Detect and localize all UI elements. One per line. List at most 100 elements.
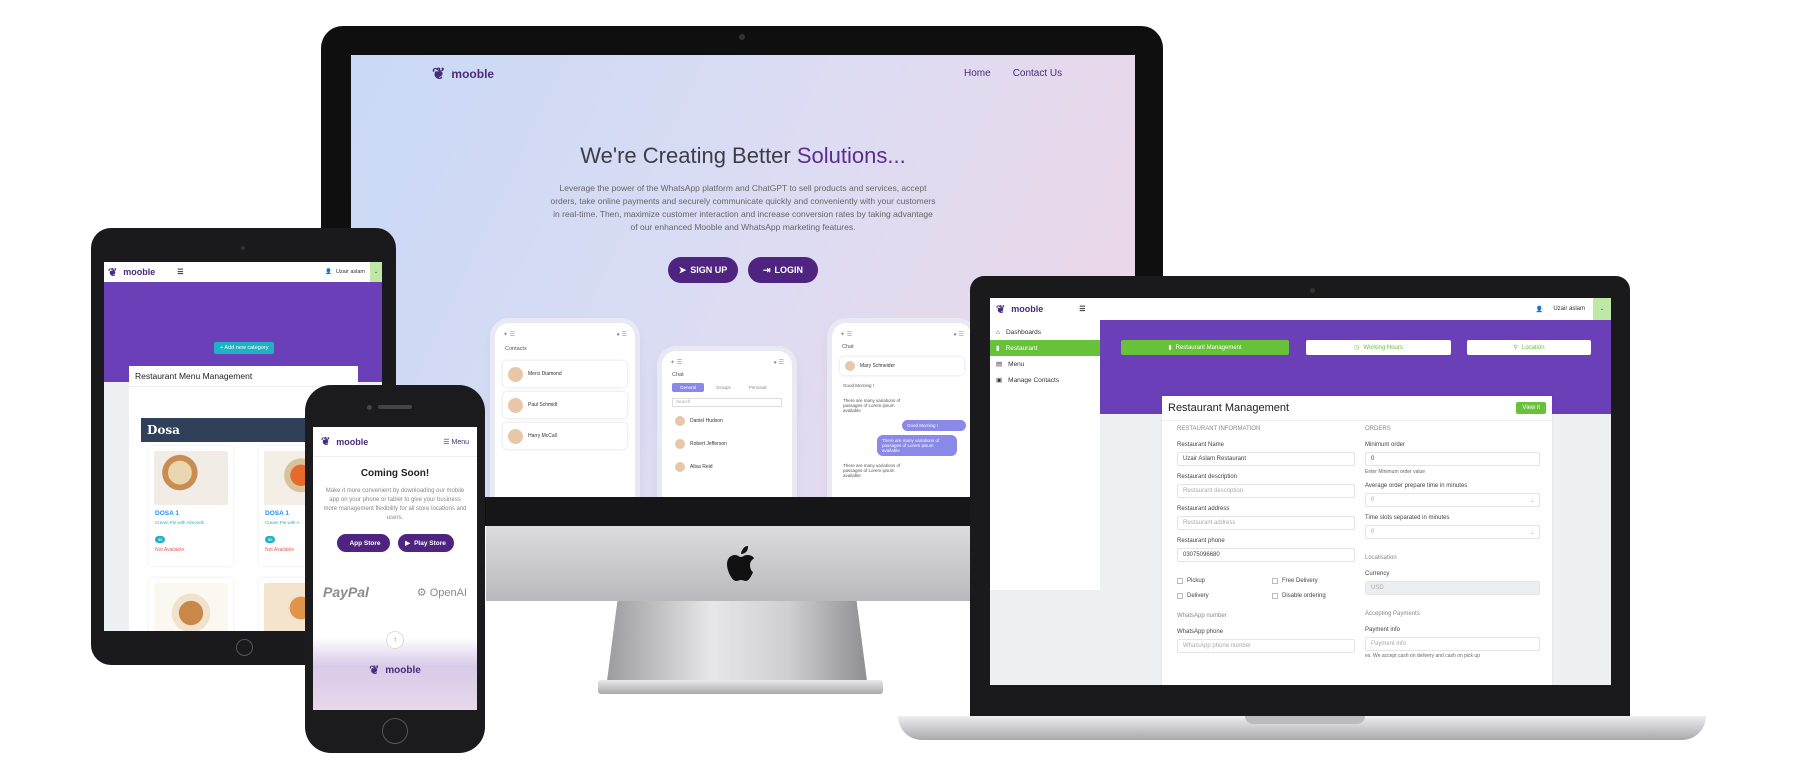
menu-item-card[interactable] <box>149 578 233 631</box>
nav-home-link[interactable]: Home <box>964 68 991 79</box>
tab-restaurant-management[interactable]: ▮ Restaurant Management <box>1121 340 1289 355</box>
whatsapp-phone-input[interactable]: WhatsApp phone number <box>1177 639 1355 653</box>
contact-row[interactable]: Merci Diamond <box>503 361 627 387</box>
sidebar-item-restaurant[interactable]: ▮ Restaurant <box>990 340 1100 356</box>
chat-search-input[interactable]: Search <box>672 398 782 407</box>
contact-row[interactable]: Harry McCall <box>503 423 627 449</box>
pickup-checkbox[interactable]: Pickup <box>1177 578 1272 584</box>
admin-topbar: ❦ mooble ☰ 👤 Uzair aslam ⌄ <box>990 298 1611 320</box>
tab-general[interactable]: General <box>672 383 705 392</box>
imac-stand-base <box>598 680 883 694</box>
admin-brand-name: mooble <box>1011 304 1044 314</box>
tab-label: Working Hours <box>1363 344 1403 351</box>
sidebar-label: Restaurant <box>1005 344 1038 352</box>
chat-row[interactable]: Robert Jefferson <box>670 435 784 453</box>
sidebar-item-menu[interactable]: ▤ Menu <box>990 356 1100 372</box>
chat-title: Chat <box>672 372 684 378</box>
avatar-icon: ● ☰ <box>616 332 627 338</box>
section-title: RESTAURANT INFORMATION <box>1177 426 1261 432</box>
ipad-user-menu[interactable]: 👤 Uzair aslam ⌄ <box>325 262 382 282</box>
currency-input[interactable]: USD <box>1365 581 1540 595</box>
hamburger-icon[interactable]: ☰ <box>1079 305 1085 313</box>
admin-dashboard: ❦ mooble ☰ 👤 Uzair aslam ⌄ ⌂ Dashboards ▮ Re… <box>990 298 1611 685</box>
chat-row[interactable]: Alisa Reid <box>670 458 784 476</box>
contact-name: Harry McCall <box>528 433 557 439</box>
item-name: DOSA 1 <box>155 510 179 517</box>
delivery-checkbox[interactable]: Delivery <box>1177 593 1272 599</box>
section-title: WhatsApp number <box>1177 613 1227 619</box>
help-text: Enter Minimum order value <box>1365 469 1426 475</box>
app-store-button[interactable]: App Store <box>336 534 390 552</box>
phone-camera <box>367 405 372 410</box>
tab-location[interactable]: ⚲ Location <box>1467 340 1591 355</box>
prepare-time-select[interactable]: 0 ⌄ <box>1365 493 1540 507</box>
chevron-down-icon[interactable]: ⌄ <box>370 262 382 282</box>
menu-panel-title: Restaurant Menu Management <box>129 366 358 387</box>
hero-line: in real-time. Then, maximize customer in… <box>553 209 933 219</box>
imac-chin-bezel <box>486 497 981 527</box>
tab-working-hours[interactable]: ◷ Working Hours <box>1306 340 1451 355</box>
login-button[interactable]: ⇥ LOGIN <box>748 257 818 283</box>
user-icon: 👤 <box>325 269 332 275</box>
select-value: 0 <box>1371 497 1375 503</box>
login-icon: ⇥ <box>762 264 771 275</box>
mooble-logo-icon: ❦ <box>321 436 331 448</box>
restaurant-panel: Restaurant Management View it RESTAURANT… <box>1162 396 1552 685</box>
tab-personal[interactable]: Personal <box>743 383 773 392</box>
select-value: 0 <box>1371 529 1375 535</box>
price-badge: $5 <box>155 536 166 543</box>
restaurant-name-input[interactable]: Uzair Aslam Restaurant <box>1177 452 1355 466</box>
user-icon: 👤 <box>1535 306 1544 313</box>
ipad-home-button[interactable] <box>236 639 253 656</box>
restaurant-address-input[interactable]: Restaurant address <box>1177 516 1355 530</box>
mooble-logo-icon: ❦ <box>108 266 118 279</box>
settings-icon: ✦ ☰ <box>503 332 516 338</box>
play-store-label: Play Store <box>414 539 446 547</box>
tab-groups[interactable]: Groups <box>710 383 737 392</box>
minimum-order-input[interactable]: 0 <box>1365 452 1540 466</box>
avatar-icon: ● ☰ <box>953 332 964 338</box>
desktop-brand[interactable]: ❦ mooble <box>432 64 494 84</box>
partner-logos: PayPal ⚙ OpenAI <box>313 584 477 600</box>
book-icon: ▤ <box>996 361 1003 368</box>
admin-brand[interactable]: ❦ mooble ☰ <box>996 303 1086 316</box>
mobile-menu-button[interactable]: ☰ Menu <box>443 438 469 446</box>
payment-info-input[interactable]: Payment info <box>1365 637 1540 651</box>
pin-icon: ⚲ <box>1513 345 1518 351</box>
orders-column: ORDERS Minimum order 0 Enter Minimum ord… <box>1365 426 1540 659</box>
chat-person: Alisa Reid <box>690 464 713 470</box>
coming-soon-text: Make it more convenient by downloading o… <box>323 488 467 521</box>
item-description: Cream Pie with Almonds <box>155 520 205 525</box>
play-store-button[interactable]: ▶ Play Store <box>397 534 454 552</box>
section-title: ORDERS <box>1365 426 1391 432</box>
menu-item-card[interactable]: DOSA 1 Cream Pie with Almonds $5 Not Ava… <box>149 446 233 566</box>
sidebar-item-dashboards[interactable]: ⌂ Dashboards <box>990 324 1100 340</box>
contacts-title: Contacts <box>505 346 527 352</box>
openai-icon: ⚙ <box>416 586 427 599</box>
scroll-top-icon[interactable]: ↑ <box>386 631 404 649</box>
checkbox-box <box>1177 593 1183 599</box>
sidebar-item-contacts[interactable]: ▣ Manage Contacts <box>990 372 1100 388</box>
disable-ordering-checkbox[interactable]: Disable ordering <box>1272 593 1362 599</box>
nav-contact-link[interactable]: Contact Us <box>1013 68 1062 79</box>
admin-user-menu[interactable]: 👤 Uzair aslam ⌄ <box>1536 298 1611 320</box>
contact-row[interactable]: Paul Schmidt <box>503 392 627 418</box>
hamburger-icon[interactable]: ☰ <box>177 268 183 276</box>
mobile-brand[interactable]: ❦ mooble <box>321 435 368 448</box>
add-category-button[interactable]: + Add new category <box>214 342 275 354</box>
chevron-down-icon[interactable]: ⌄ <box>1593 298 1611 320</box>
laptop-camera <box>1310 288 1315 293</box>
admin-user-name: Uzair aslam <box>1553 306 1585 312</box>
free-delivery-checkbox[interactable]: Free Delivery <box>1272 578 1362 584</box>
chat-row[interactable]: Daniel Hudson <box>670 412 784 430</box>
mini-status-bar: ✦ ☰ ● ☰ <box>832 323 972 342</box>
time-slots-select[interactable]: 0 ⌄ <box>1365 525 1540 539</box>
sidebar-label: Menu <box>1008 360 1025 368</box>
phone-home-button[interactable] <box>382 718 408 744</box>
ipad-brand[interactable]: ❦ mooble ☰ <box>108 266 184 279</box>
signup-button[interactable]: ➤ SIGN UP <box>668 257 738 283</box>
sidebar-label: Dashboards <box>1005 328 1041 336</box>
restaurant-description-input[interactable]: Restaurant description <box>1177 484 1355 498</box>
view-button[interactable]: View it <box>1516 402 1546 414</box>
restaurant-phone-input[interactable]: 03075096680 <box>1177 548 1355 562</box>
